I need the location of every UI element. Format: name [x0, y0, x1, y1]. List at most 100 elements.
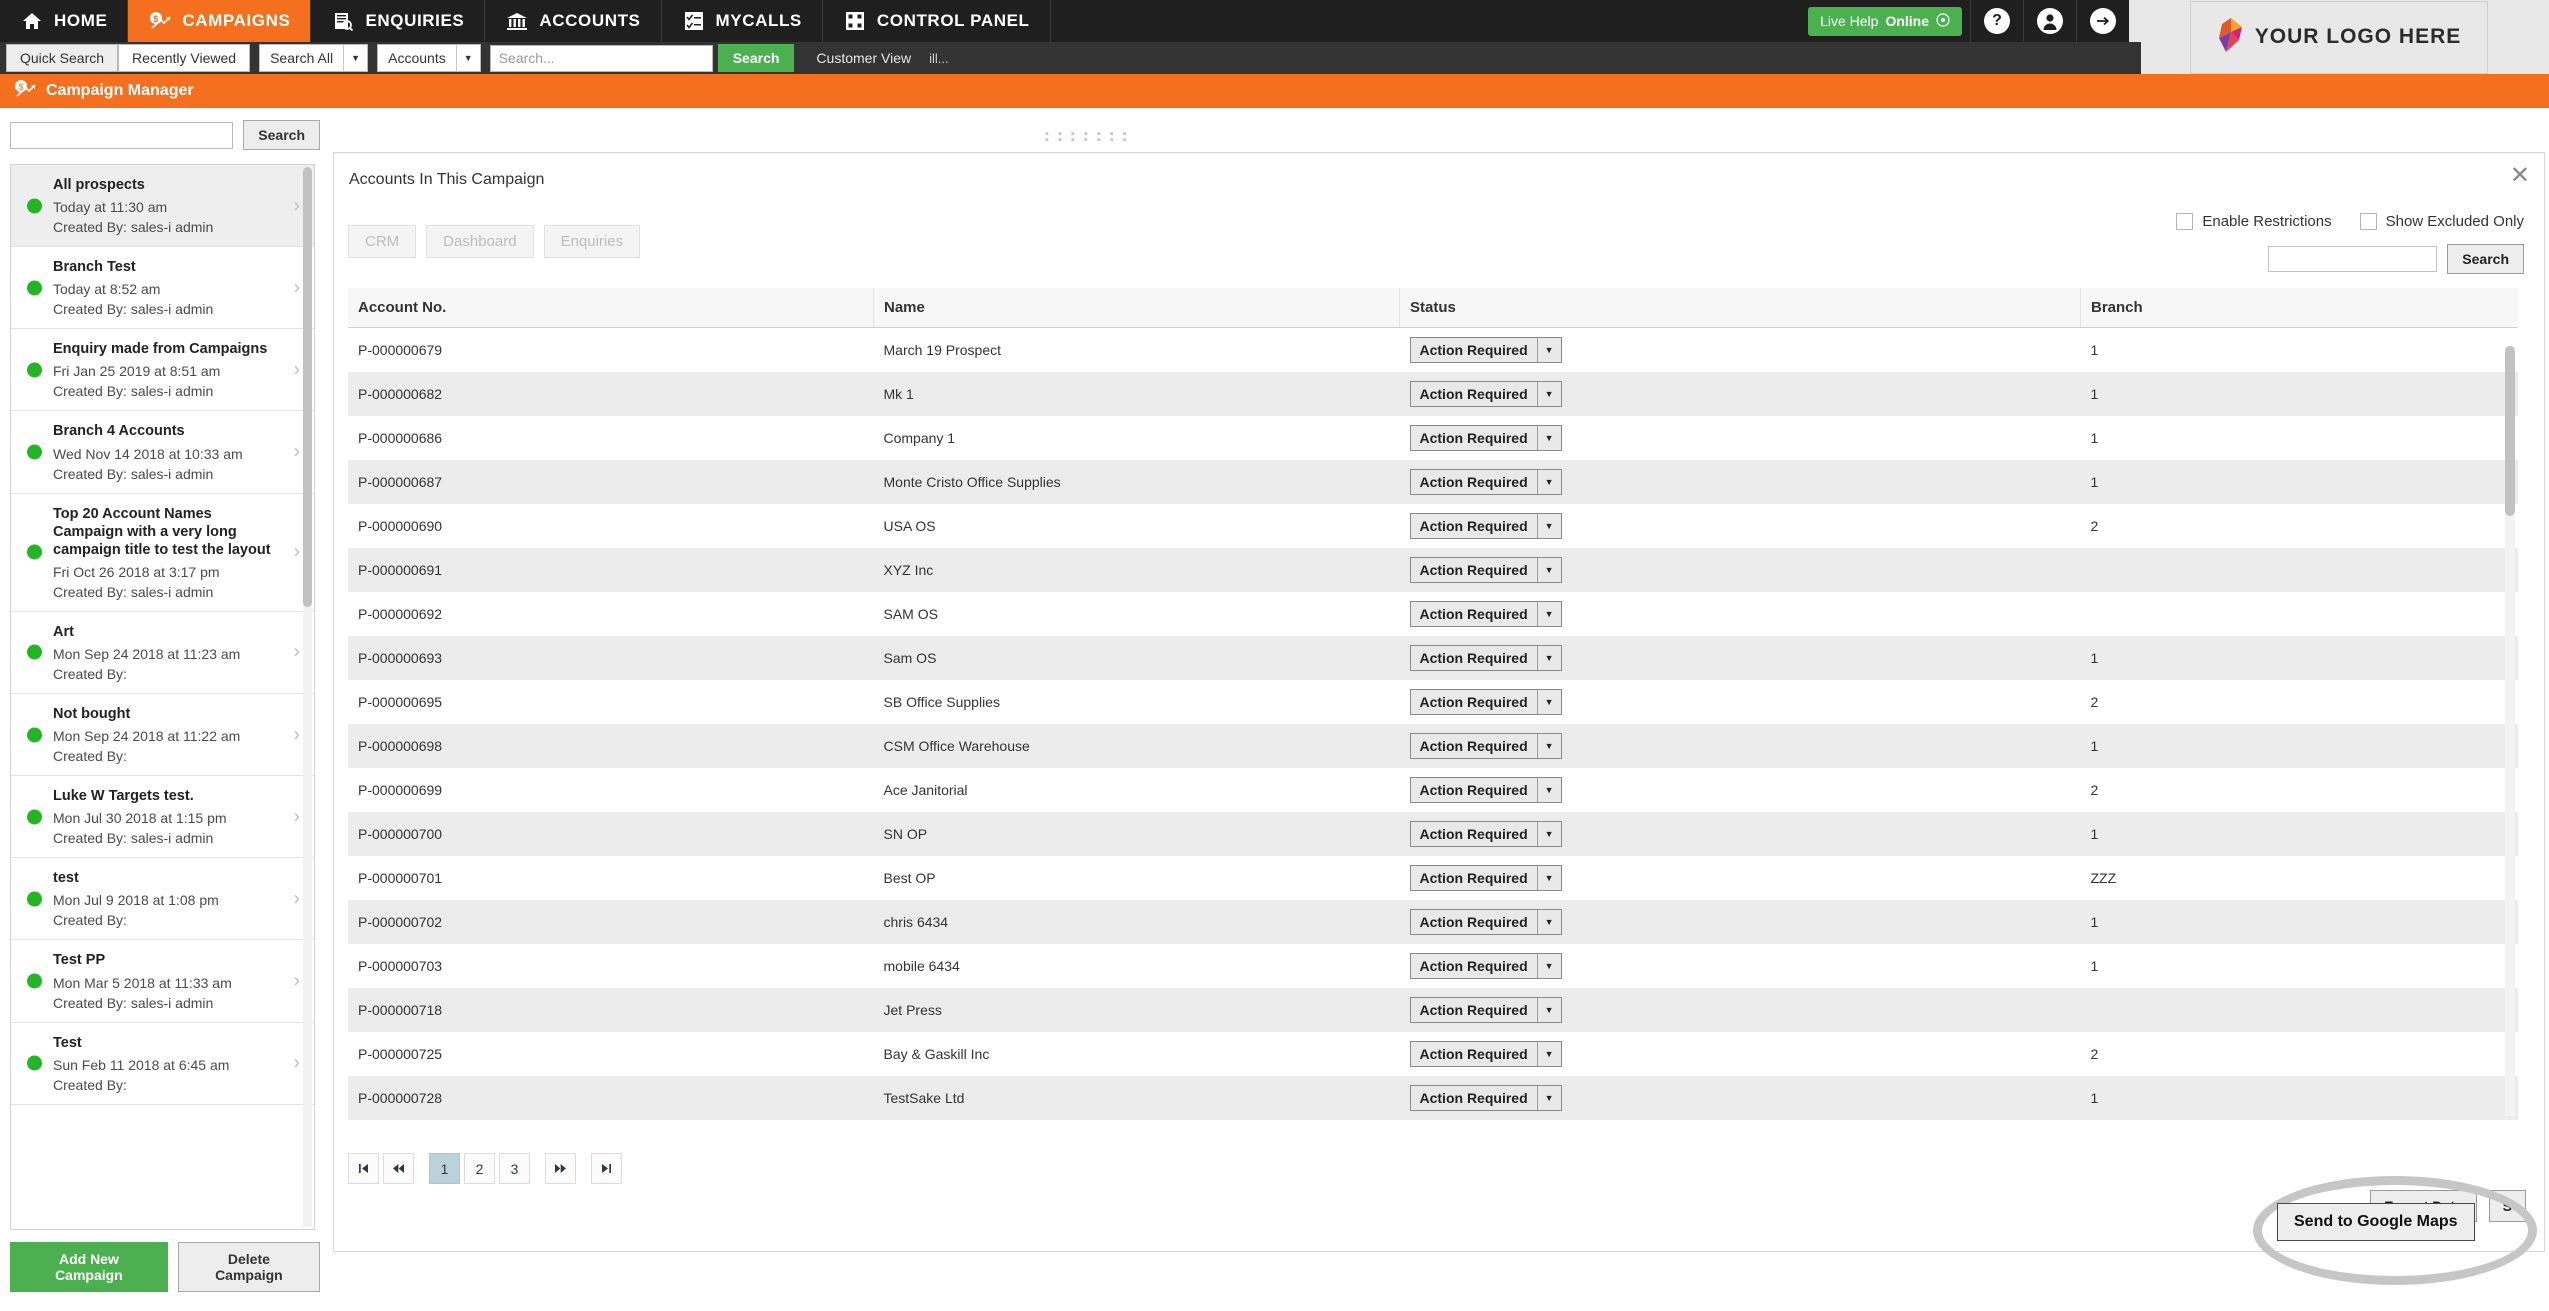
cell-name: March 19 Prospect: [883, 342, 1002, 358]
quick-search-tab[interactable]: Quick Search: [6, 44, 119, 72]
add-new-campaign-button[interactable]: Add New Campaign: [10, 1242, 168, 1292]
campaign-list-item[interactable]: Not bought Mon Sep 24 2018 at 11:22 am C…: [11, 694, 314, 777]
status-dropdown[interactable]: Action Required ▼: [1409, 381, 1562, 407]
cell-account-no: P-000000695: [358, 694, 443, 710]
table-row[interactable]: P-000000692 SAM OS Action Required ▼: [348, 592, 2518, 636]
campaign-list-item[interactable]: Top 20 Account Names Campaign with a ver…: [11, 494, 314, 612]
table-row[interactable]: P-000000700 SN OP Action Required ▼ 1: [348, 812, 2518, 856]
table-row[interactable]: P-000000690 USA OS Action Required ▼ 2: [348, 504, 2518, 548]
send-to-google-maps-button[interactable]: Send to Google Maps: [2277, 1203, 2475, 1241]
status-dropdown[interactable]: Action Required ▼: [1409, 601, 1562, 627]
search-entity-select[interactable]: Accounts ▼: [377, 44, 481, 72]
table-row[interactable]: P-000000686 Company 1 Action Required ▼ …: [348, 416, 2518, 460]
status-dropdown[interactable]: Action Required ▼: [1409, 777, 1562, 803]
status-dropdown[interactable]: Action Required ▼: [1409, 645, 1562, 671]
status-dropdown[interactable]: Action Required ▼: [1409, 821, 1562, 847]
campaign-list-item[interactable]: Branch 4 Accounts Wed Nov 14 2018 at 10:…: [11, 411, 314, 494]
nav-item-control-panel[interactable]: CONTROL PANEL: [823, 0, 1051, 42]
status-dropdown[interactable]: Action Required ▼: [1409, 513, 1562, 539]
table-row[interactable]: P-000000691 XYZ Inc Action Required ▼: [348, 548, 2518, 592]
status-dropdown[interactable]: Action Required ▼: [1409, 689, 1562, 715]
sidebar-search-input[interactable]: [10, 121, 234, 149]
accounts-table-scrollbar[interactable]: [2505, 346, 2515, 1116]
global-search-input[interactable]: [489, 44, 713, 72]
page-button-2[interactable]: 2: [464, 1153, 495, 1184]
status-dropdown[interactable]: Action Required ▼: [1409, 997, 1562, 1023]
table-row[interactable]: P-000000679 March 19 Prospect Action Req…: [348, 327, 2518, 372]
campaign-list-item[interactable]: Test PP Mon Mar 5 2018 at 11:33 am Creat…: [11, 940, 314, 1023]
status-dropdown[interactable]: Action Required ▼: [1409, 865, 1562, 891]
cell-branch: 1: [2090, 386, 2099, 402]
table-row[interactable]: P-000000699 Ace Janitorial Action Requir…: [348, 768, 2518, 812]
close-icon[interactable]: ✕: [2510, 164, 2530, 188]
secondary-footer-button[interactable]: S: [2488, 1190, 2526, 1222]
table-row[interactable]: P-000000703 mobile 6434 Action Required …: [348, 944, 2518, 988]
table-row[interactable]: P-000000702 chris 6434 Action Required ▼…: [348, 900, 2518, 944]
column-header-account-no[interactable]: Account No.: [348, 288, 874, 328]
table-row[interactable]: P-000000701 Best OP Action Required ▼ ZZ…: [348, 856, 2518, 900]
status-dropdown[interactable]: Action Required ▼: [1409, 557, 1562, 583]
last-page-icon[interactable]: [591, 1153, 622, 1184]
live-help-button[interactable]: Live Help Online: [1808, 6, 1962, 36]
status-dropdown[interactable]: Action Required ▼: [1409, 953, 1562, 979]
campaign-list-item[interactable]: test Mon Jul 9 2018 at 1:08 pm Created B…: [11, 858, 314, 941]
status-dropdown[interactable]: Action Required ▼: [1409, 337, 1562, 363]
delete-campaign-button[interactable]: Delete Campaign: [177, 1242, 320, 1292]
status-dropdown[interactable]: Action Required ▼: [1409, 733, 1562, 759]
accounts-filter-input[interactable]: [2268, 246, 2438, 272]
table-row[interactable]: P-000000693 Sam OS Action Required ▼ 1: [348, 636, 2518, 680]
nav-item-mycalls[interactable]: MYCALLS: [662, 0, 823, 42]
nav-item-campaigns[interactable]: $ CAMPAIGNS: [128, 0, 312, 42]
status-dropdown[interactable]: Action Required ▼: [1409, 469, 1562, 495]
search-scope-select[interactable]: Search All ▼: [259, 44, 369, 72]
cell-status: Action Required ▼: [1400, 1076, 2081, 1120]
status-dropdown[interactable]: Action Required ▼: [1409, 909, 1562, 935]
campaign-list-scroll-thumb[interactable]: [303, 167, 312, 607]
table-row[interactable]: P-000000718 Jet Press Action Required ▼: [348, 988, 2518, 1032]
campaign-list-item[interactable]: Enquiry made from Campaigns Fri Jan 25 2…: [11, 329, 314, 412]
status-dropdown[interactable]: Action Required ▼: [1409, 1085, 1562, 1111]
table-row[interactable]: P-000000695 SB Office Supplies Action Re…: [348, 680, 2518, 724]
chevron-down-icon: ▼: [1536, 382, 1561, 406]
accounts-table-scroll-thumb[interactable]: [2505, 346, 2515, 516]
campaign-list-item[interactable]: Art Mon Sep 24 2018 at 11:23 am Created …: [11, 612, 314, 694]
status-dropdown[interactable]: Action Required ▼: [1409, 1041, 1562, 1067]
tab-enquiries[interactable]: Enquiries: [543, 225, 641, 258]
column-header-name[interactable]: Name: [873, 288, 1400, 328]
accounts-filter-search-button[interactable]: Search: [2447, 244, 2524, 274]
page-button-1[interactable]: 1: [429, 1153, 460, 1184]
sidebar-search-button[interactable]: Search: [243, 120, 320, 150]
next-page-icon[interactable]: [545, 1153, 576, 1184]
campaign-list-item[interactable]: Branch Test Today at 8:52 am Created By:…: [11, 247, 314, 330]
tab-crm[interactable]: CRM: [348, 225, 417, 258]
recently-viewed-tab[interactable]: Recently Viewed: [118, 44, 251, 72]
logout-button[interactable]: [2076, 0, 2129, 42]
customer-view-link[interactable]: Customer View: [816, 50, 911, 66]
nav-item-accounts[interactable]: ACCOUNTS: [485, 0, 662, 42]
help-button[interactable]: ?: [1970, 0, 2023, 42]
user-menu-button[interactable]: [2023, 0, 2076, 42]
table-row[interactable]: P-000000698 CSM Office Warehouse Action …: [348, 724, 2518, 768]
show-excluded-only-checkbox[interactable]: Show Excluded Only: [2359, 213, 2524, 230]
campaign-list-scrollbar[interactable]: [303, 167, 312, 1227]
enable-restrictions-checkbox[interactable]: Enable Restrictions: [2176, 213, 2332, 230]
nav-item-home[interactable]: HOME: [0, 0, 129, 42]
campaign-list-item[interactable]: Luke W Targets test. Mon Jul 30 2018 at …: [11, 776, 314, 859]
table-row[interactable]: P-000000725 Bay & Gaskill Inc Action Req…: [348, 1032, 2518, 1076]
page-button-3[interactable]: 3: [499, 1153, 530, 1184]
global-search-button[interactable]: Search: [717, 44, 795, 72]
first-page-icon[interactable]: [348, 1153, 379, 1184]
column-header-branch[interactable]: Branch: [2080, 288, 2518, 328]
status-dropdown[interactable]: Action Required ▼: [1409, 425, 1562, 451]
drag-handle-grip[interactable]: ▪ ▪ ▪ ▪ ▪ ▪ ▪ ▪ ▪ ▪ ▪ ▪ ▪ ▪: [1045, 129, 1130, 146]
nav-item-enquiries[interactable]: ENQUIRIES: [311, 0, 486, 42]
table-row[interactable]: P-000000682 Mk 1 Action Required ▼ 1: [348, 372, 2518, 416]
tab-dashboard[interactable]: Dashboard: [426, 225, 534, 258]
campaign-list-item[interactable]: All prospects Today at 11:30 am Created …: [11, 165, 314, 248]
table-row[interactable]: P-000000728 TestSake Ltd Action Required…: [348, 1076, 2518, 1120]
campaign-list-item[interactable]: Test Sun Feb 11 2018 at 6:45 am Created …: [11, 1023, 314, 1105]
table-row[interactable]: P-000000687 Monte Cristo Office Supplies…: [348, 460, 2518, 504]
cell-account-no: P-000000728: [358, 1090, 443, 1106]
column-header-status[interactable]: Status: [1399, 288, 2081, 328]
previous-page-icon[interactable]: [383, 1153, 414, 1184]
